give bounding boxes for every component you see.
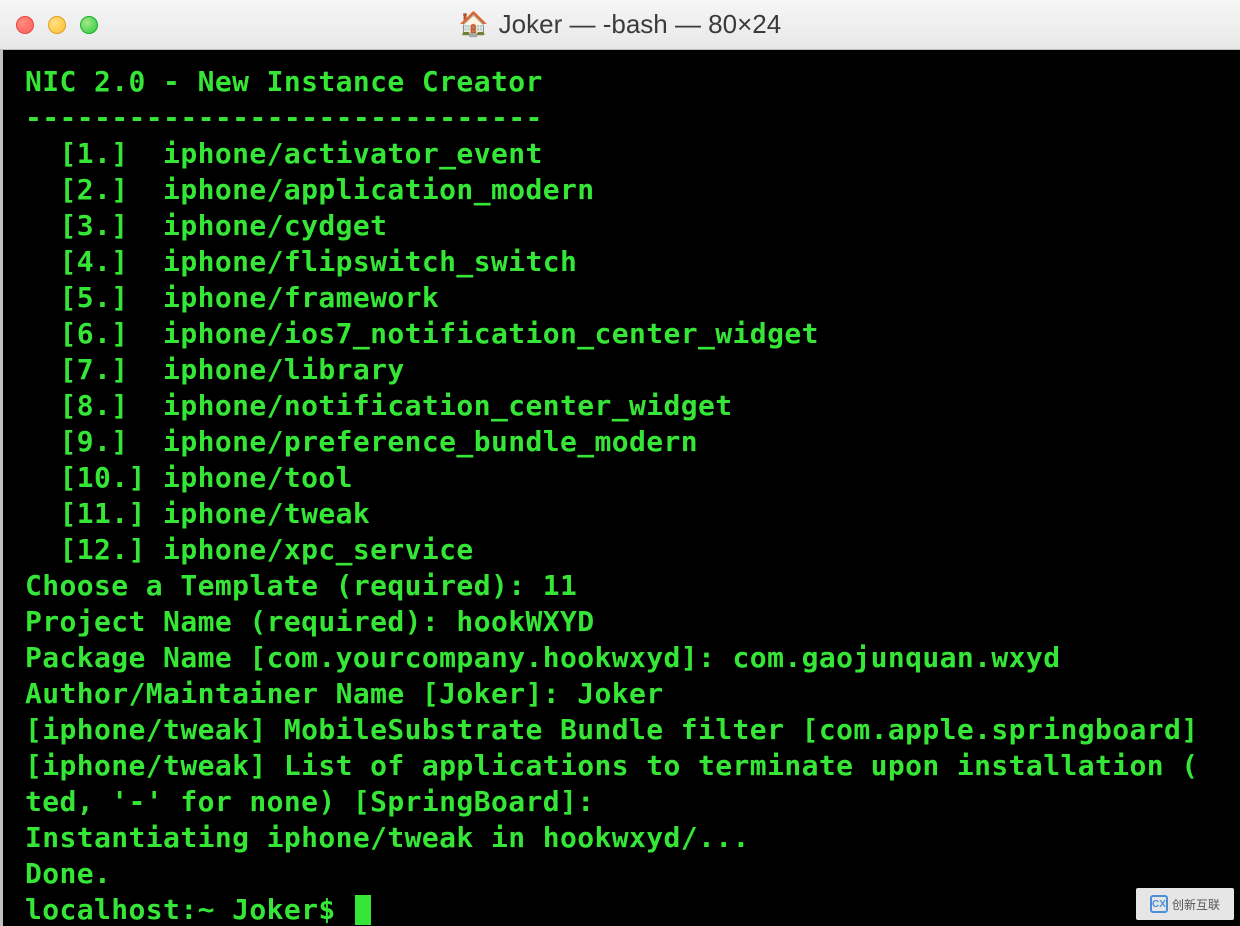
template-option: [7.] iphone/library — [25, 352, 1240, 388]
prompt-line: Author/Maintainer Name [Joker]: Joker — [25, 676, 1240, 712]
maximize-button[interactable] — [80, 16, 98, 34]
watermark: CX 创新互联 — [1136, 888, 1234, 920]
cursor-icon — [355, 895, 371, 925]
terminal-window: 🏠 Joker — -bash — 80×24 NIC 2.0 - New In… — [0, 0, 1240, 926]
prompt-line: Instantiating iphone/tweak in hookwxyd/.… — [25, 820, 1240, 856]
template-option: [11.] iphone/tweak — [25, 496, 1240, 532]
home-icon: 🏠 — [459, 13, 489, 37]
template-option: [3.] iphone/cydget — [25, 208, 1240, 244]
nic-divider: ------------------------------ — [25, 100, 1240, 136]
template-option: [9.] iphone/preference_bundle_modern — [25, 424, 1240, 460]
nic-header: NIC 2.0 - New Instance Creator — [25, 64, 1240, 100]
template-option: [10.] iphone/tool — [25, 460, 1240, 496]
template-option: [2.] iphone/application_modern — [25, 172, 1240, 208]
template-option: [4.] iphone/flipswitch_switch — [25, 244, 1240, 280]
template-option: [8.] iphone/notification_center_widget — [25, 388, 1240, 424]
template-option: [5.] iphone/framework — [25, 280, 1240, 316]
watermark-logo-icon: CX — [1150, 895, 1168, 913]
minimize-button[interactable] — [48, 16, 66, 34]
prompt-line: [iphone/tweak] MobileSubstrate Bundle fi… — [25, 712, 1240, 748]
close-button[interactable] — [16, 16, 34, 34]
prompt-text: localhost:~ Joker$ — [25, 892, 353, 926]
prompt-line: Package Name [com.yourcompany.hookwxyd]:… — [25, 640, 1240, 676]
shell-prompt[interactable]: localhost:~ Joker$ — [25, 892, 1240, 926]
template-option: [12.] iphone/xpc_service — [25, 532, 1240, 568]
prompt-line: Project Name (required): hookWXYD — [25, 604, 1240, 640]
terminal-output[interactable]: NIC 2.0 - New Instance Creator----------… — [0, 50, 1240, 926]
prompt-line: Choose a Template (required): 11 — [25, 568, 1240, 604]
title-text: Joker — -bash — 80×24 — [499, 9, 782, 40]
template-option: [1.] iphone/activator_event — [25, 136, 1240, 172]
watermark-text: 创新互联 — [1172, 896, 1220, 913]
prompt-line: ted, '-' for none) [SpringBoard]: — [25, 784, 1240, 820]
window-controls — [16, 16, 98, 34]
prompt-line: [iphone/tweak] List of applications to t… — [25, 748, 1240, 784]
titlebar: 🏠 Joker — -bash — 80×24 — [0, 0, 1240, 50]
prompt-line: Done. — [25, 856, 1240, 892]
window-title: 🏠 Joker — -bash — 80×24 — [459, 9, 781, 40]
template-option: [6.] iphone/ios7_notification_center_wid… — [25, 316, 1240, 352]
